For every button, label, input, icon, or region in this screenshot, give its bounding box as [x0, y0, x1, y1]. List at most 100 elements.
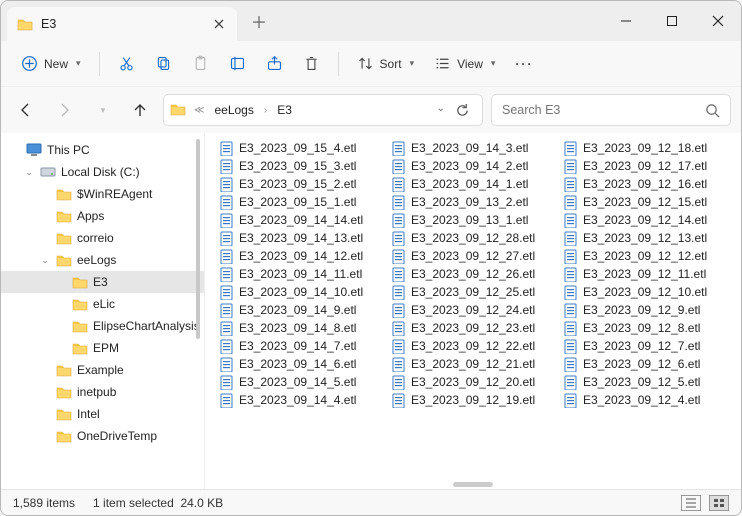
tree-node[interactable]: This PC [1, 139, 204, 161]
maximize-button[interactable] [649, 1, 695, 41]
file-item[interactable]: E3_2023_09_12_22.etl [387, 337, 559, 355]
file-item[interactable]: E3_2023_09_14_13.etl [215, 229, 387, 247]
tree-node[interactable]: Intel [1, 403, 204, 425]
file-item[interactable]: E3_2023_09_12_9.etl [559, 301, 731, 319]
view-button[interactable]: View▾ [426, 47, 503, 81]
tree-node[interactable]: ⌄ eeLogs [1, 249, 204, 271]
close-window-button[interactable] [695, 1, 741, 41]
refresh-button[interactable] [455, 103, 470, 118]
tree-node[interactable]: inetpub [1, 381, 204, 403]
file-item[interactable]: E3_2023_09_12_18.etl [559, 139, 731, 157]
tab-e3[interactable]: E3 [7, 7, 237, 41]
file-item[interactable]: E3_2023_09_13_1.etl [387, 211, 559, 229]
tree-node[interactable]: OneDriveTemp [1, 425, 204, 447]
nav-tree[interactable]: This PC⌄ Local Disk (C:) $WinREAgent App… [1, 133, 205, 489]
crumb-e3[interactable]: E3 [273, 100, 296, 120]
new-button[interactable]: New▾ [13, 47, 89, 81]
file-item[interactable]: E3_2023_09_12_12.etl [559, 247, 731, 265]
share-button[interactable] [258, 47, 291, 81]
back-button[interactable] [11, 95, 41, 125]
file-item[interactable]: E3_2023_09_14_4.etl [215, 391, 387, 409]
file-item[interactable]: E3_2023_09_12_16.etl [559, 175, 731, 193]
file-item[interactable]: E3_2023_09_14_1.etl [387, 175, 559, 193]
expand-icon[interactable]: ⌄ [39, 255, 51, 266]
file-item[interactable]: E3_2023_09_14_7.etl [215, 337, 387, 355]
up-button[interactable] [125, 95, 155, 125]
tree-node[interactable]: ElipseChartAnalysis [1, 315, 204, 337]
tree-node[interactable]: correio [1, 227, 204, 249]
sort-button[interactable]: Sort▾ [349, 47, 423, 81]
horizontal-scrollbar[interactable] [453, 482, 493, 487]
file-name: E3_2023_09_12_9.etl [583, 303, 700, 317]
file-item[interactable]: E3_2023_09_14_3.etl [387, 139, 559, 157]
cut-button[interactable] [110, 47, 143, 81]
file-item[interactable]: E3_2023_09_14_5.etl [215, 373, 387, 391]
tree-node[interactable]: eLic [1, 293, 204, 315]
file-item[interactable]: E3_2023_09_12_20.etl [387, 373, 559, 391]
file-item[interactable]: E3_2023_09_14_9.etl [215, 301, 387, 319]
thumbnails-view-button[interactable] [709, 495, 729, 511]
file-item[interactable]: E3_2023_09_12_17.etl [559, 157, 731, 175]
file-item[interactable]: E3_2023_09_15_3.etl [215, 157, 387, 175]
file-list[interactable]: E3_2023_09_15_4.etlE3_2023_09_15_3.etlE3… [205, 133, 741, 489]
file-item[interactable]: E3_2023_09_14_14.etl [215, 211, 387, 229]
file-item[interactable]: E3_2023_09_12_4.etl [559, 391, 731, 409]
file-item[interactable]: E3_2023_09_15_1.etl [215, 193, 387, 211]
file-item[interactable]: E3_2023_09_12_7.etl [559, 337, 731, 355]
copy-button[interactable] [147, 47, 180, 81]
file-item[interactable]: E3_2023_09_15_4.etl [215, 139, 387, 157]
tree-node[interactable]: Apps [1, 205, 204, 227]
file-item[interactable]: E3_2023_09_14_2.etl [387, 157, 559, 175]
file-item[interactable]: E3_2023_09_12_24.etl [387, 301, 559, 319]
file-item[interactable]: E3_2023_09_12_23.etl [387, 319, 559, 337]
new-tab-button[interactable]: ＋ [243, 5, 275, 37]
expand-icon[interactable]: ⌄ [23, 167, 35, 178]
file-item[interactable]: E3_2023_09_12_26.etl [387, 265, 559, 283]
file-item[interactable]: E3_2023_09_12_5.etl [559, 373, 731, 391]
etl-file-icon [391, 321, 406, 336]
file-item[interactable]: E3_2023_09_12_28.etl [387, 229, 559, 247]
forward-button[interactable] [49, 95, 79, 125]
tree-label: inetpub [77, 385, 116, 399]
file-item[interactable]: E3_2023_09_12_8.etl [559, 319, 731, 337]
close-tab-button[interactable] [211, 16, 227, 32]
file-item[interactable]: E3_2023_09_12_27.etl [387, 247, 559, 265]
tree-scrollbar[interactable] [192, 139, 204, 483]
file-item[interactable]: E3_2023_09_12_6.etl [559, 355, 731, 373]
file-item[interactable]: E3_2023_09_13_2.etl [387, 193, 559, 211]
file-item[interactable]: E3_2023_09_14_12.etl [215, 247, 387, 265]
recent-dropdown[interactable]: ▾ [87, 95, 117, 125]
search-input[interactable] [502, 103, 705, 117]
tree-node[interactable]: ⌄ Local Disk (C:) [1, 161, 204, 183]
breadcrumb[interactable]: ≪ eeLogs › E3 ⌄ [163, 94, 483, 126]
more-button[interactable]: ··· [507, 47, 541, 81]
tree-node[interactable]: EPM [1, 337, 204, 359]
file-item[interactable]: E3_2023_09_12_19.etl [387, 391, 559, 409]
file-item[interactable]: E3_2023_09_14_10.etl [215, 283, 387, 301]
file-item[interactable]: E3_2023_09_12_11.etl [559, 265, 731, 283]
delete-button[interactable] [295, 47, 328, 81]
etl-file-icon [563, 231, 578, 246]
rename-button[interactable] [221, 47, 254, 81]
file-item[interactable]: E3_2023_09_12_10.etl [559, 283, 731, 301]
search-icon[interactable] [705, 103, 720, 118]
file-item[interactable]: E3_2023_09_12_13.etl [559, 229, 731, 247]
address-dropdown-button[interactable]: ⌄ [437, 103, 445, 118]
crumb-eelogs[interactable]: eeLogs [210, 100, 257, 120]
file-item[interactable]: E3_2023_09_14_6.etl [215, 355, 387, 373]
search-box[interactable] [491, 94, 731, 126]
tree-node[interactable]: $WinREAgent [1, 183, 204, 205]
tree-node[interactable]: Example [1, 359, 204, 381]
details-view-button[interactable] [681, 495, 701, 511]
tree-node[interactable]: E3 [1, 271, 204, 293]
file-item[interactable]: E3_2023_09_14_11.etl [215, 265, 387, 283]
file-item[interactable]: E3_2023_09_12_21.etl [387, 355, 559, 373]
file-item[interactable]: E3_2023_09_12_14.etl [559, 211, 731, 229]
file-item[interactable]: E3_2023_09_12_25.etl [387, 283, 559, 301]
file-item[interactable]: E3_2023_09_15_2.etl [215, 175, 387, 193]
minimize-button[interactable] [603, 1, 649, 41]
paste-button[interactable] [184, 47, 217, 81]
file-item[interactable]: E3_2023_09_14_8.etl [215, 319, 387, 337]
file-item[interactable]: E3_2023_09_12_15.etl [559, 193, 731, 211]
chevron-left-icon[interactable]: ≪ [191, 105, 207, 116]
